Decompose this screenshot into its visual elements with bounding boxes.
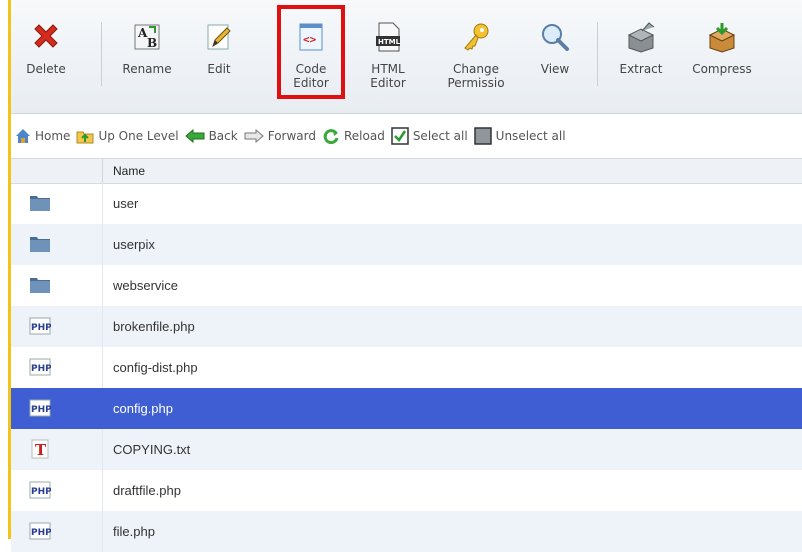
folder-icon — [30, 278, 50, 293]
unselect-all-link[interactable]: Unselect all — [473, 127, 566, 145]
php-file-icon: PHP — [29, 522, 51, 540]
php-file-icon: PHP — [29, 358, 51, 376]
file-row-copying-txt[interactable]: T COPYING.txt — [11, 429, 802, 470]
folder-icon — [30, 237, 50, 252]
php-file-icon: PHP — [29, 399, 51, 417]
file-row-webservice[interactable]: webservice — [11, 265, 802, 306]
svg-text:PHP: PHP — [31, 487, 51, 497]
magnifier-icon — [538, 20, 572, 54]
key-icon — [459, 20, 493, 54]
toolbar-separator — [597, 22, 598, 86]
php-file-icon: PHP — [29, 317, 51, 335]
extract-button[interactable]: Extract — [613, 20, 669, 76]
svg-text:PHP: PHP — [31, 528, 51, 538]
edit-button[interactable]: Edit — [199, 20, 239, 76]
home-link[interactable]: Home — [15, 128, 70, 144]
up-folder-icon — [76, 131, 94, 144]
delete-icon — [29, 20, 63, 54]
compress-box-icon — [705, 20, 739, 54]
checked-checkbox-icon — [391, 127, 409, 145]
up-one-level-link[interactable]: Up One Level — [76, 128, 179, 144]
svg-text:PHP: PHP — [31, 364, 51, 374]
toolbar-separator — [101, 22, 102, 86]
svg-text:PHP: PHP — [31, 323, 51, 333]
change-permissions-button[interactable]: Change Permissio — [441, 20, 511, 90]
file-row-config-dist-php[interactable]: PHP config-dist.php — [11, 347, 802, 388]
file-row-draftfile-php[interactable]: PHP draftfile.php — [11, 470, 802, 511]
text-file-icon: T — [31, 439, 49, 459]
file-list: user userpix webservice PHP brokenfile.p… — [11, 183, 802, 552]
navigation-bar: Home Up One Level Back Forward Reload Se… — [11, 123, 802, 149]
file-row-brokenfile-php[interactable]: PHP brokenfile.php — [11, 306, 802, 347]
view-button[interactable]: View — [535, 20, 575, 76]
extract-box-icon — [624, 20, 658, 54]
svg-text:B: B — [147, 36, 157, 50]
back-arrow-icon — [184, 129, 205, 143]
compress-button[interactable]: Compress — [687, 20, 757, 76]
forward-arrow-icon — [244, 129, 264, 143]
back-link[interactable]: Back — [184, 129, 238, 143]
file-table-header: Name — [11, 158, 802, 184]
pencil-icon — [202, 20, 236, 54]
svg-text:HTML: HTML — [378, 38, 401, 46]
file-manager: Delete AB Rename Edit <> Code Editor HTM… — [8, 0, 802, 552]
reload-icon — [323, 129, 339, 144]
file-row-file-php[interactable]: PHP file.php — [11, 511, 802, 552]
reload-link[interactable]: Reload — [322, 128, 385, 144]
html-editor-button[interactable]: HTML HTML Editor — [363, 20, 413, 90]
rename-button[interactable]: AB Rename — [115, 20, 179, 76]
code-editor-highlight-box — [277, 5, 345, 99]
file-row-user[interactable]: user — [11, 183, 802, 224]
file-row-config-php-selected[interactable]: PHP config.php — [11, 388, 802, 429]
rename-icon: AB — [130, 20, 164, 54]
svg-text:T: T — [35, 441, 47, 459]
home-icon — [16, 129, 30, 143]
file-row-userpix[interactable]: userpix — [11, 224, 802, 265]
folder-icon — [30, 196, 50, 211]
forward-link[interactable]: Forward — [244, 129, 316, 143]
php-file-icon: PHP — [29, 481, 51, 499]
unchecked-checkbox-icon — [473, 127, 492, 145]
select-all-link[interactable]: Select all — [391, 127, 468, 145]
delete-button[interactable]: Delete — [19, 20, 73, 76]
toolbar: Delete AB Rename Edit <> Code Editor HTM… — [11, 0, 802, 114]
svg-text:PHP: PHP — [31, 405, 51, 415]
html-file-icon: HTML — [371, 20, 405, 54]
name-column-header[interactable]: Name — [113, 164, 145, 178]
